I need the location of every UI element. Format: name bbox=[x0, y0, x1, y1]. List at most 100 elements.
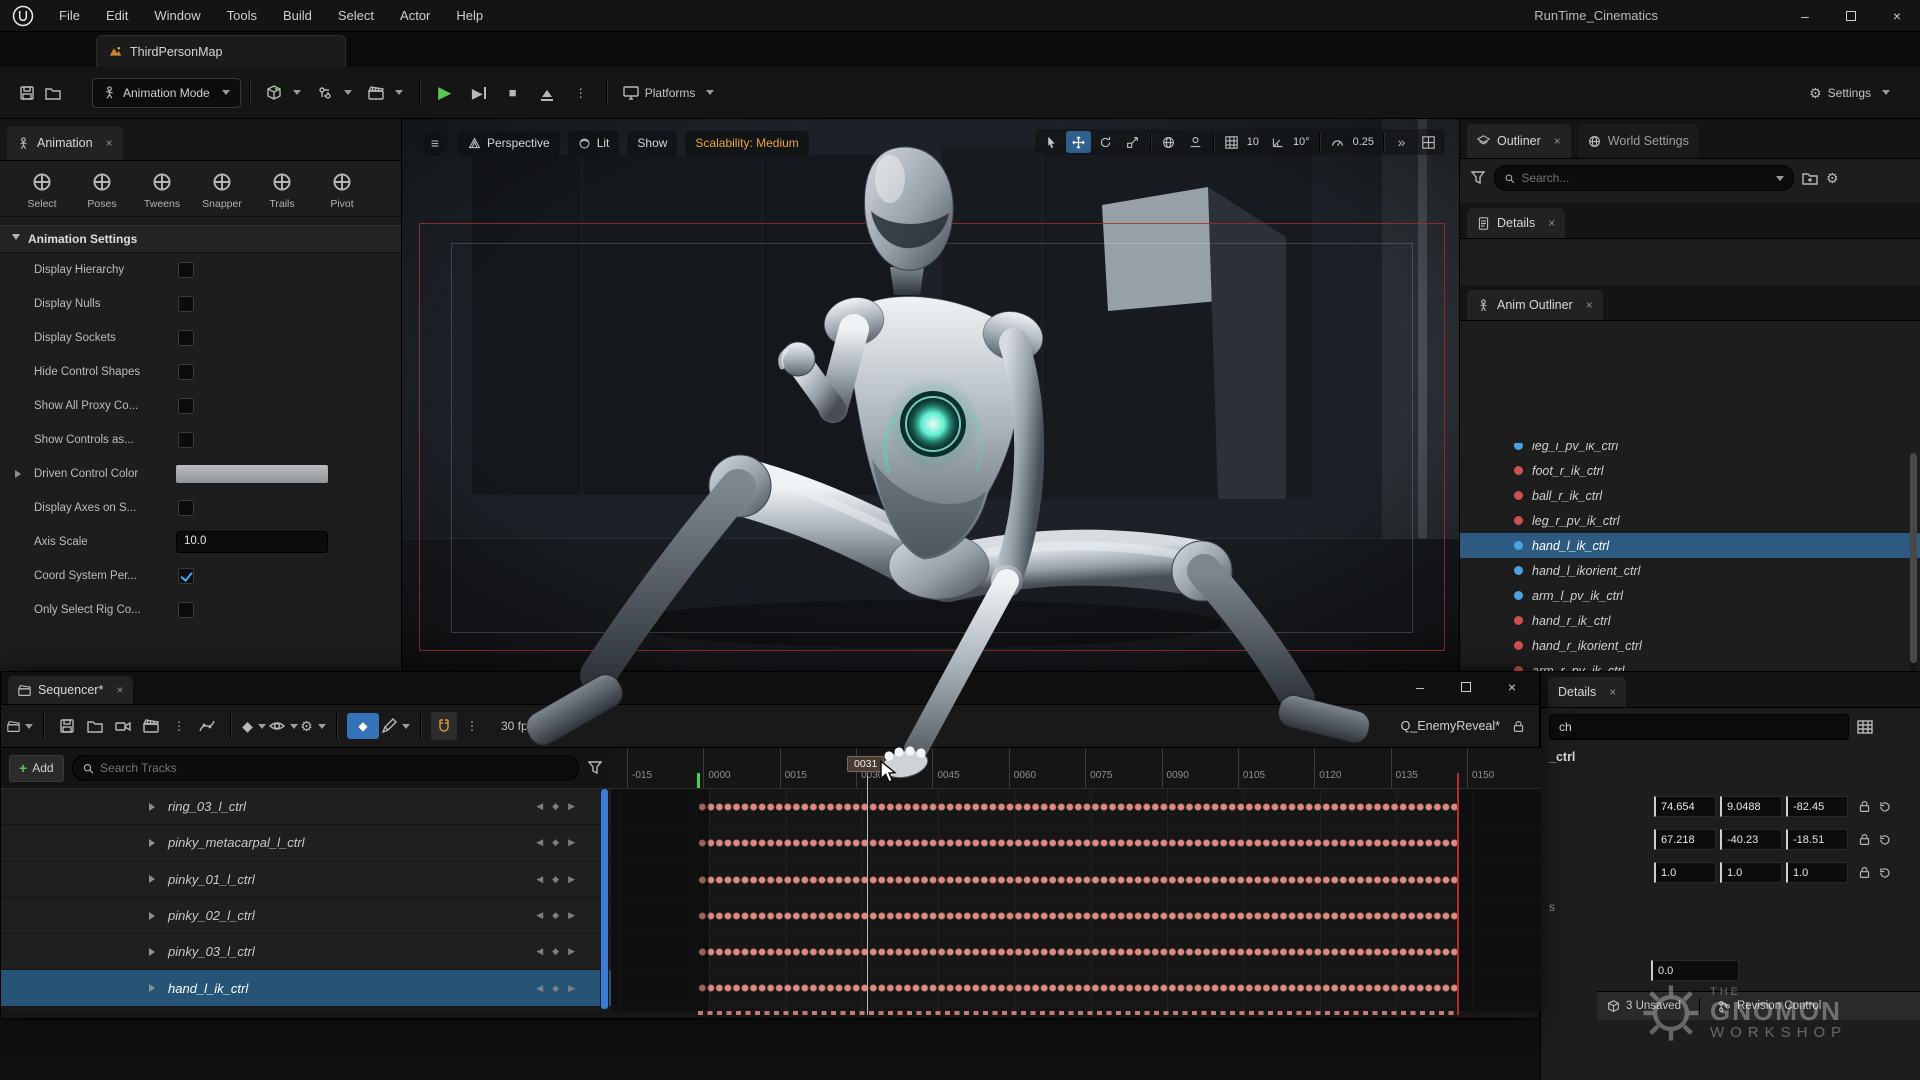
show-dropdown[interactable]: Show bbox=[627, 131, 677, 156]
snap-options-kebab[interactable]: ⋮ bbox=[459, 712, 485, 740]
menu-item[interactable]: File bbox=[46, 0, 93, 32]
close-icon[interactable]: × bbox=[1586, 298, 1593, 312]
animation-tool-button[interactable]: Pivot bbox=[312, 171, 372, 210]
setting-checkbox[interactable] bbox=[178, 262, 194, 278]
control-list-item[interactable]: leg_r_pv_ik_ctrl bbox=[1460, 508, 1920, 533]
transform-z-field[interactable]: -82.45 bbox=[1786, 796, 1848, 817]
setting-checkbox[interactable] bbox=[178, 602, 194, 618]
timeline-track-row[interactable] bbox=[611, 862, 1541, 898]
prev-key-button[interactable]: ◀ bbox=[536, 801, 543, 812]
control-list-item[interactable]: leg_l_pv_ik_ctrl bbox=[1460, 443, 1920, 458]
revert-icon[interactable] bbox=[1878, 866, 1891, 879]
track-row[interactable]: pinky_01_l_ctrl ◀ ◆ ▶ bbox=[1, 862, 611, 898]
revision-control-button[interactable]: Revision Control bbox=[1718, 1000, 1821, 1013]
setting-checkbox[interactable] bbox=[178, 364, 194, 380]
sequencer-maximize-button[interactable] bbox=[1443, 672, 1489, 702]
prev-key-button[interactable]: ◀ bbox=[536, 910, 543, 921]
setting-checkbox[interactable] bbox=[178, 568, 194, 584]
add-key-button[interactable]: ◆ bbox=[552, 910, 559, 921]
settings-button[interactable]: ⚙ Settings bbox=[1801, 78, 1898, 108]
keyframe-dots[interactable] bbox=[698, 910, 1458, 922]
close-icon[interactable]: × bbox=[116, 683, 123, 697]
tab-outliner[interactable]: Outliner × bbox=[1467, 124, 1571, 158]
track-search[interactable] bbox=[72, 755, 579, 781]
play-button[interactable]: ▶ bbox=[428, 79, 462, 107]
add-key-button[interactable]: ◆ bbox=[552, 983, 559, 994]
timeline-ruler[interactable]: -015000000150030004500600075009001050120… bbox=[611, 748, 1541, 789]
keyframe-dots[interactable] bbox=[698, 874, 1458, 886]
sequence-name[interactable]: Q_EnemyReveal* bbox=[1401, 719, 1500, 733]
playback-end-marker[interactable] bbox=[1457, 773, 1459, 1015]
control-list-item[interactable]: hand_l_ikorient_ctrl bbox=[1460, 558, 1920, 583]
add-actor-button[interactable] bbox=[258, 78, 309, 108]
animation-tool-button[interactable]: Tweens bbox=[132, 171, 192, 210]
revert-icon[interactable] bbox=[1878, 800, 1891, 813]
new-folder-icon[interactable] bbox=[1802, 170, 1818, 186]
details-search[interactable] bbox=[1549, 714, 1849, 740]
blueprints-button[interactable] bbox=[309, 78, 360, 108]
setting-checkbox[interactable] bbox=[178, 398, 194, 414]
perspective-dropdown[interactable]: Perspective bbox=[458, 131, 560, 156]
lock-icon[interactable] bbox=[1858, 833, 1871, 846]
control-list-item[interactable]: arm_l_pv_ik_ctrl bbox=[1460, 583, 1920, 608]
timeline-track-row[interactable] bbox=[611, 789, 1541, 825]
viewport[interactable]: ≡ Perspective Lit Show Scalability: Medi… bbox=[402, 119, 1459, 671]
control-list-item[interactable]: hand_r_ikorient_ctrl bbox=[1460, 633, 1920, 658]
sequencer-close-button[interactable]: × bbox=[1489, 672, 1535, 702]
track-scrollbar[interactable] bbox=[600, 789, 609, 1011]
next-key-button[interactable]: ▶ bbox=[568, 983, 575, 994]
setting-value-field[interactable]: 10.0 bbox=[176, 531, 328, 553]
expand-icon[interactable] bbox=[15, 470, 25, 478]
sequencer-browse-button[interactable] bbox=[82, 712, 108, 740]
keyframe-dots[interactable] bbox=[698, 946, 1458, 958]
playhead-frame-label[interactable]: 0031 bbox=[847, 756, 884, 772]
control-list-item[interactable]: ball_r_ik_ctrl bbox=[1460, 483, 1920, 508]
sequencer-camera-button[interactable] bbox=[110, 712, 136, 740]
tab-world-settings[interactable]: World Settings bbox=[1578, 124, 1699, 158]
play-options-button[interactable]: ⋮ bbox=[564, 79, 598, 107]
transform-x-field[interactable]: 74.654 bbox=[1654, 796, 1716, 817]
timeline-area[interactable] bbox=[611, 789, 1541, 1011]
filter-icon[interactable] bbox=[1470, 170, 1486, 186]
timeline-track-row[interactable] bbox=[611, 825, 1541, 861]
menu-item[interactable]: Select bbox=[325, 0, 387, 32]
expand-icon[interactable] bbox=[149, 803, 159, 811]
expand-icon[interactable] bbox=[149, 839, 159, 847]
sequencer-options-kebab[interactable]: ⋮ bbox=[166, 712, 192, 740]
setting-checkbox[interactable] bbox=[178, 500, 194, 516]
setting-checkbox[interactable] bbox=[178, 432, 194, 448]
add-track-button[interactable]: + Add bbox=[9, 755, 64, 782]
menu-item[interactable]: Actor bbox=[387, 0, 443, 32]
unreal-logo[interactable] bbox=[0, 5, 46, 27]
unsaved-button[interactable]: 3 Unsaved bbox=[1607, 1000, 1681, 1013]
track-filter-icon[interactable] bbox=[587, 760, 603, 776]
outliner-search[interactable] bbox=[1494, 165, 1794, 191]
control-list-item[interactable]: hand_r_ik_ctrl bbox=[1460, 608, 1920, 633]
track-search-input[interactable] bbox=[100, 761, 569, 775]
maximize-button[interactable] bbox=[1828, 0, 1874, 31]
animation-tool-button[interactable]: Snapper bbox=[192, 171, 252, 210]
animation-settings-header[interactable]: Animation Settings bbox=[0, 225, 401, 253]
animation-tool-button[interactable]: Poses bbox=[72, 171, 132, 210]
track-row[interactable]: pinky_02_l_ctrl ◀ ◆ ▶ bbox=[1, 898, 611, 934]
add-key-button[interactable]: ◆ bbox=[552, 801, 559, 812]
lock-icon[interactable] bbox=[1858, 866, 1871, 879]
setting-checkbox[interactable] bbox=[178, 330, 194, 346]
add-key-button[interactable]: ◆ bbox=[552, 946, 559, 957]
next-key-button[interactable]: ▶ bbox=[568, 910, 575, 921]
cinematics-button[interactable] bbox=[360, 78, 411, 108]
minimize-button[interactable]: – bbox=[1782, 0, 1828, 31]
animation-tool-button[interactable]: Select bbox=[12, 171, 72, 210]
close-icon[interactable]: × bbox=[1554, 134, 1561, 148]
timeline-track-row[interactable] bbox=[611, 898, 1541, 934]
prev-key-button[interactable]: ◀ bbox=[536, 837, 543, 848]
playback-start-marker[interactable] bbox=[697, 773, 700, 788]
keyframe-dots[interactable] bbox=[698, 837, 1458, 849]
track-row[interactable]: ring_03_l_ctrl ◀ ◆ ▶ bbox=[1, 789, 611, 825]
expand-icon[interactable] bbox=[149, 875, 159, 883]
edit-mode-dropdown[interactable] bbox=[381, 712, 410, 740]
transform-x-field[interactable]: 67.218 bbox=[1654, 829, 1716, 850]
expand-icon[interactable] bbox=[149, 948, 159, 956]
outliner-settings-gear-icon[interactable]: ⚙ bbox=[1826, 171, 1839, 185]
close-icon[interactable]: × bbox=[106, 136, 113, 150]
